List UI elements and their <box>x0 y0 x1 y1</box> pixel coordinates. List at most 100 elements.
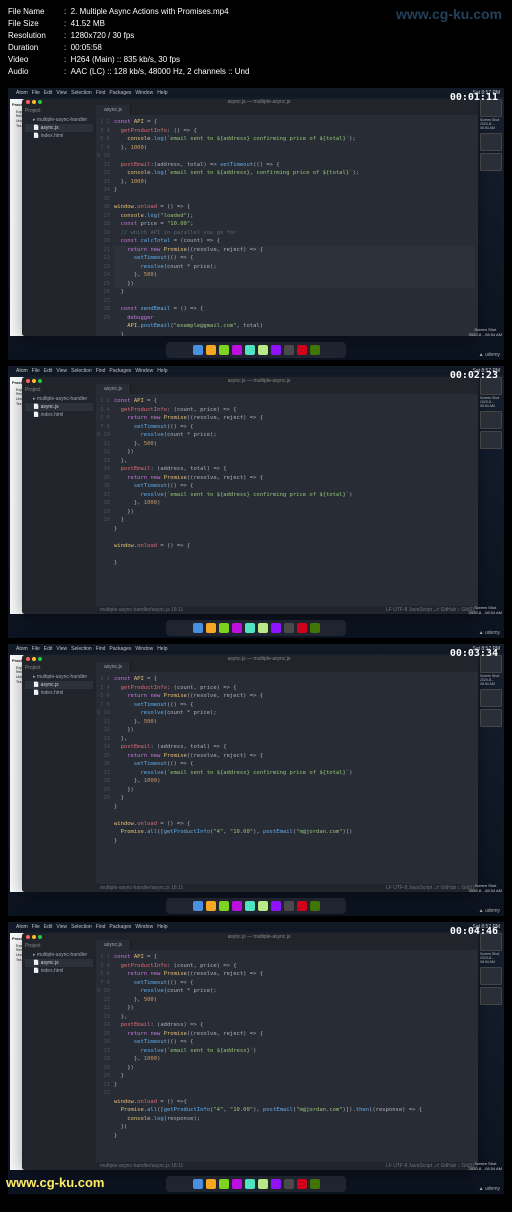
screenshot-thumb[interactable] <box>480 411 502 429</box>
dock-app-icon[interactable] <box>258 901 268 911</box>
sidebar-file-async-js[interactable]: 📄 async.js <box>25 681 93 689</box>
dock-app-icon[interactable] <box>206 345 216 355</box>
dock-app-icon[interactable] <box>297 623 307 633</box>
dock-app-icon[interactable] <box>245 901 255 911</box>
dock-app-icon[interactable] <box>258 345 268 355</box>
dock-app-icon[interactable] <box>232 345 242 355</box>
dock-app-icon[interactable] <box>310 901 320 911</box>
screenshot-thumb[interactable] <box>480 133 502 151</box>
dock-app-icon[interactable] <box>284 901 294 911</box>
tab-async-js[interactable]: async.js <box>96 105 131 115</box>
screenshot-thumb[interactable] <box>480 431 502 449</box>
code-lines[interactable]: const API = { getProductInfo: (count, pr… <box>114 675 475 881</box>
menu-file[interactable]: File <box>32 368 40 374</box>
dock-app-icon[interactable] <box>271 1179 281 1189</box>
code-lines[interactable]: const API = { getProductInfo: (count, pr… <box>114 953 475 1159</box>
menu-help[interactable]: Help <box>157 368 167 374</box>
close-icon[interactable] <box>26 379 30 383</box>
menu-help[interactable]: Help <box>157 924 167 930</box>
dock-app-icon[interactable] <box>245 345 255 355</box>
dock-app-icon[interactable] <box>310 623 320 633</box>
code-editor[interactable]: 1 2 3 4 5 6 7 8 9 10 11 12 13 14 15 16 1… <box>96 672 478 884</box>
menu-app[interactable]: Atom <box>16 368 28 374</box>
menu-find[interactable]: Find <box>96 90 106 96</box>
dock-app-icon[interactable] <box>310 345 320 355</box>
dock-app-icon[interactable] <box>297 901 307 911</box>
macos-dock[interactable] <box>166 1176 346 1192</box>
menu-help[interactable]: Help <box>157 90 167 96</box>
menu-app[interactable]: Atom <box>16 924 28 930</box>
dock-app-icon[interactable] <box>310 1179 320 1189</box>
dock-app-icon[interactable] <box>271 623 281 633</box>
dock-app-icon[interactable] <box>284 345 294 355</box>
screenshot-thumb[interactable] <box>480 987 502 1005</box>
dock-app-icon[interactable] <box>206 1179 216 1189</box>
dock-app-icon[interactable] <box>232 623 242 633</box>
minimize-icon[interactable] <box>32 657 36 661</box>
menu-edit[interactable]: Edit <box>44 90 53 96</box>
tab-async-js[interactable]: async.js <box>96 662 131 672</box>
menu-window[interactable]: Window <box>135 368 153 374</box>
menu-selection[interactable]: Selection <box>71 924 92 930</box>
minimize-icon[interactable] <box>32 935 36 939</box>
maximize-icon[interactable] <box>38 935 42 939</box>
dock-app-icon[interactable] <box>297 1179 307 1189</box>
menu-find[interactable]: Find <box>96 368 106 374</box>
menu-selection[interactable]: Selection <box>71 646 92 652</box>
minimize-icon[interactable] <box>32 100 36 104</box>
dock-app-icon[interactable] <box>219 901 229 911</box>
sidebar-file-index-html[interactable]: 📄 index.html <box>25 411 93 419</box>
menu-packages[interactable]: Packages <box>109 646 131 652</box>
dock-app-icon[interactable] <box>206 901 216 911</box>
macos-dock[interactable] <box>166 342 346 358</box>
dock-app-icon[interactable] <box>271 345 281 355</box>
menu-view[interactable]: View <box>56 646 67 652</box>
dock-app-icon[interactable] <box>193 901 203 911</box>
menu-window[interactable]: Window <box>135 924 153 930</box>
sidebar-file-index-html[interactable]: 📄 index.html <box>25 132 93 140</box>
menu-view[interactable]: View <box>56 924 67 930</box>
sidebar-file-index-html[interactable]: 📄 index.html <box>25 967 93 975</box>
dock-app-icon[interactable] <box>206 623 216 633</box>
sidebar-folder[interactable]: ▸ multiple-async-handler <box>25 395 93 403</box>
sidebar-file-async-js[interactable]: 📄 async.js <box>25 403 93 411</box>
menu-find[interactable]: Find <box>96 924 106 930</box>
dock-app-icon[interactable] <box>193 623 203 633</box>
dock-app-icon[interactable] <box>219 345 229 355</box>
macos-dock[interactable] <box>166 620 346 636</box>
dock-app-icon[interactable] <box>219 1179 229 1189</box>
close-icon[interactable] <box>26 100 30 104</box>
dock-app-icon[interactable] <box>284 623 294 633</box>
menu-app[interactable]: Atom <box>16 90 28 96</box>
dock-app-icon[interactable] <box>297 345 307 355</box>
menu-find[interactable]: Find <box>96 646 106 652</box>
menu-edit[interactable]: Edit <box>44 646 53 652</box>
dock-app-icon[interactable] <box>258 1179 268 1189</box>
code-lines[interactable]: const API = { getProductInfo: (count, pr… <box>114 397 475 603</box>
screenshot-thumb[interactable] <box>480 709 502 727</box>
menu-window[interactable]: Window <box>135 90 153 96</box>
dock-app-icon[interactable] <box>245 1179 255 1189</box>
menu-file[interactable]: File <box>32 90 40 96</box>
macos-dock[interactable] <box>166 898 346 914</box>
dock-app-icon[interactable] <box>258 623 268 633</box>
project-sidebar[interactable]: Project ▸ multiple-async-handler 📄 async… <box>22 105 96 336</box>
code-editor[interactable]: 1 2 3 4 5 6 7 8 9 10 11 12 13 14 15 16 1… <box>96 115 478 336</box>
dock-app-icon[interactable] <box>271 901 281 911</box>
menu-help[interactable]: Help <box>157 646 167 652</box>
menu-packages[interactable]: Packages <box>109 90 131 96</box>
menu-file[interactable]: File <box>32 924 40 930</box>
project-sidebar[interactable]: Project ▸ multiple-async-handler 📄 async… <box>22 940 96 1170</box>
menu-packages[interactable]: Packages <box>109 924 131 930</box>
menu-edit[interactable]: Edit <box>44 368 53 374</box>
project-sidebar[interactable]: Project ▸ multiple-async-handler 📄 async… <box>22 662 96 892</box>
dock-app-icon[interactable] <box>193 345 203 355</box>
menu-selection[interactable]: Selection <box>71 368 92 374</box>
sidebar-folder[interactable]: ▸ multiple-async-handler <box>25 951 93 959</box>
dock-app-icon[interactable] <box>193 1179 203 1189</box>
menu-view[interactable]: View <box>56 368 67 374</box>
screenshot-thumb[interactable] <box>480 967 502 985</box>
minimize-icon[interactable] <box>32 379 36 383</box>
screenshot-thumb[interactable] <box>480 689 502 707</box>
close-icon[interactable] <box>26 657 30 661</box>
